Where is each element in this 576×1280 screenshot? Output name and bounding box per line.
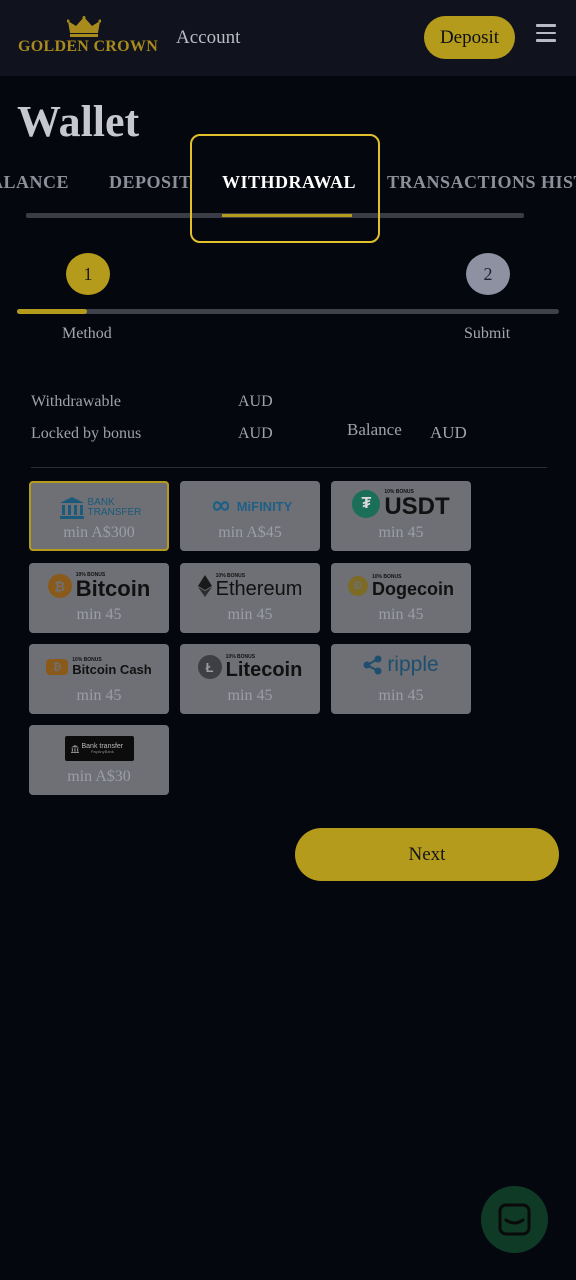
bitcoin-logo: ₿ 10% BONUS Bitcoin bbox=[29, 569, 169, 603]
method-card-usdt[interactable]: ₮ 10% BONUS USDT min 45 bbox=[331, 481, 471, 551]
bank-icon bbox=[59, 497, 84, 519]
tether-icon: ₮ bbox=[352, 490, 381, 518]
top-header: GOLDEN CROWN Account Deposit bbox=[0, 0, 576, 76]
method-card-dogecoin[interactable]: Ð 10% BONUS Dogecoin min 45 bbox=[331, 563, 471, 633]
method-min: min 45 bbox=[378, 687, 424, 704]
method-card-litecoin[interactable]: Ł 10% BONUS Litecoin min 45 bbox=[180, 644, 320, 714]
next-button[interactable]: Next bbox=[295, 828, 559, 881]
withdrawable-currency: AUD bbox=[238, 393, 273, 410]
chat-support-button[interactable] bbox=[481, 1186, 548, 1253]
method-min: min 45 bbox=[227, 687, 273, 704]
bank-transfer-logo: BANK TRANSFER bbox=[31, 491, 167, 525]
hamburger-menu-icon[interactable] bbox=[536, 24, 556, 42]
step-1-indicator: 1 bbox=[66, 253, 110, 295]
chat-icon bbox=[498, 1203, 531, 1236]
dogecoin-name: Dogecoin bbox=[371, 578, 454, 599]
payanybank-logo: Bank transfer PayAnyBank bbox=[29, 736, 169, 770]
balance-label: Balance bbox=[347, 420, 402, 439]
dogecoin-icon: Ð bbox=[347, 576, 368, 596]
ethereum-icon bbox=[197, 575, 212, 597]
ripple-icon bbox=[363, 655, 382, 675]
locked-currency: AUD bbox=[238, 425, 273, 442]
withdrawable-label: Withdrawable bbox=[31, 393, 121, 410]
step-progress-fill bbox=[17, 309, 88, 314]
logo-text: GOLDEN CROWN bbox=[18, 38, 159, 55]
method-card-mifinity[interactable]: MiFINITY min A$45 bbox=[180, 481, 320, 551]
tab-transactions-history[interactable]: TRANSACTIONS HIST bbox=[387, 172, 576, 193]
method-min: min 45 bbox=[378, 606, 424, 623]
tab-withdrawal[interactable]: WITHDRAWAL bbox=[222, 172, 356, 193]
bitcoin-cash-logo: ₿ 10% BONUS Bitcoin Cash bbox=[29, 650, 169, 684]
method-min: min 45 bbox=[76, 606, 122, 623]
locked-by-bonus-label: Locked by bonus bbox=[31, 425, 142, 442]
deposit-button[interactable]: Deposit bbox=[424, 16, 515, 59]
method-card-payanybank[interactable]: Bank transfer PayAnyBank min A$30 bbox=[29, 725, 169, 795]
method-card-ripple[interactable]: ripple min 45 bbox=[331, 644, 471, 714]
active-tab-underline bbox=[222, 214, 352, 217]
account-link[interactable]: Account bbox=[176, 27, 240, 49]
method-min: min A$30 bbox=[67, 768, 131, 785]
method-min: min 45 bbox=[227, 606, 273, 623]
bank-icon bbox=[70, 744, 79, 753]
bank-transfer-name: BANK TRANSFER bbox=[87, 497, 142, 518]
golden-crown-logo[interactable]: GOLDEN CROWN bbox=[18, 16, 159, 60]
tab-balance[interactable]: ALANCE bbox=[0, 172, 69, 193]
litecoin-logo: Ł 10% BONUS Litecoin bbox=[180, 650, 320, 684]
payanybank-name: PayAnyBank bbox=[90, 749, 114, 754]
balance-currency: AUD bbox=[430, 423, 467, 442]
method-card-bank-transfer[interactable]: BANK TRANSFER min A$300 bbox=[29, 481, 169, 551]
litecoin-name: Litecoin bbox=[225, 658, 303, 681]
method-min: min A$45 bbox=[218, 524, 282, 541]
bitcoin-cash-icon: ₿ bbox=[46, 659, 69, 675]
step-1-label: Method bbox=[62, 325, 112, 342]
divider bbox=[31, 467, 547, 468]
wallet-tabs: ALANCE DEPOSIT WITHDRAWAL TRANSACTIONS H… bbox=[0, 160, 576, 220]
step-2-label: Submit bbox=[464, 325, 511, 342]
method-card-bitcoin[interactable]: ₿ 10% BONUS Bitcoin min 45 bbox=[29, 563, 169, 633]
ripple-logo: ripple bbox=[331, 648, 471, 682]
bitcoin-cash-name: Bitcoin Cash bbox=[72, 662, 152, 677]
method-card-ethereum[interactable]: 10% BONUS Ethereum min 45 bbox=[180, 563, 320, 633]
method-card-bitcoin-cash[interactable]: ₿ 10% BONUS Bitcoin Cash min 45 bbox=[29, 644, 169, 714]
crown-icon bbox=[67, 16, 101, 37]
usdt-name: USDT bbox=[384, 492, 450, 520]
infinity-icon bbox=[212, 501, 229, 511]
ethereum-name: Ethereum bbox=[215, 577, 303, 600]
method-min: min 45 bbox=[76, 687, 122, 704]
mifinity-logo: MiFINITY bbox=[180, 489, 320, 523]
page-title: Wallet bbox=[17, 97, 140, 146]
dogecoin-logo: Ð 10% BONUS Dogecoin bbox=[331, 569, 471, 603]
tab-deposit[interactable]: DEPOSIT bbox=[109, 172, 192, 193]
usdt-logo: ₮ 10% BONUS USDT bbox=[331, 487, 471, 521]
step-2-indicator: 2 bbox=[466, 253, 510, 295]
bitcoin-name: Bitcoin bbox=[75, 575, 151, 601]
ripple-name: ripple bbox=[387, 653, 439, 676]
litecoin-icon: Ł bbox=[197, 655, 222, 679]
mifinity-name: MiFINITY bbox=[236, 498, 293, 514]
bitcoin-icon: ₿ bbox=[47, 574, 72, 598]
step-progress-track bbox=[17, 309, 559, 314]
method-min: min A$300 bbox=[63, 524, 135, 541]
method-min: min 45 bbox=[378, 524, 424, 541]
ethereum-logo: 10% BONUS Ethereum bbox=[180, 569, 320, 603]
